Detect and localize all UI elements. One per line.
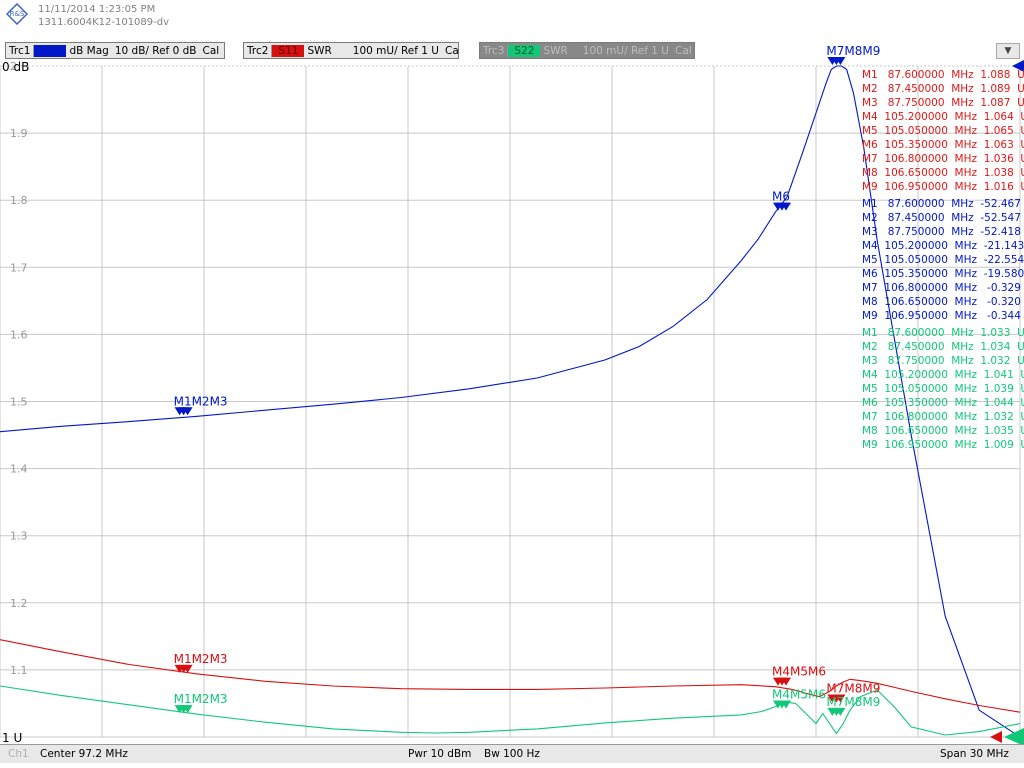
ref-level-label: 0 dB <box>2 60 29 74</box>
marker-readout-row: M6 105.350000 MHz 1.063 U <box>862 139 1024 151</box>
bandwidth-setting[interactable]: Bw 100 Hz <box>484 748 540 760</box>
marker-label: M1M2M3 <box>174 394 228 408</box>
marker-readout-row: M8 106.650000 MHz -0.320 dB <box>862 296 1024 308</box>
bottom-level-label: 1 U <box>2 731 22 745</box>
marker-label: M1M2M3 <box>174 692 228 706</box>
marker-readout-row: M4 105.200000 MHz -21.143 dB <box>862 240 1024 252</box>
marker-readout-row: M9 106.950000 MHz 1.016 U <box>862 181 1024 193</box>
marker-label: M4M5M6 <box>772 687 826 701</box>
marker-readout-row: M5 105.050000 MHz -22.554 dB <box>862 254 1024 266</box>
marker-readout-row: M3 87.750000 MHz -52.418 dB <box>862 226 1024 238</box>
marker-readout-row: M7 106.800000 MHz 1.036 U <box>862 153 1024 165</box>
marker-readout-row: M6 105.350000 MHz -19.580 dB <box>862 268 1024 280</box>
marker-readout-row: M3 87.750000 MHz 1.032 U <box>862 355 1024 367</box>
marker-readout-row: M1 87.600000 MHz 1.088 U <box>862 69 1024 81</box>
marker-readout-row: M9 106.950000 MHz -0.344 dB <box>862 310 1024 322</box>
status-bar: Ch1 Center 97.2 MHz Pwr 10 dBm Bw 100 Hz… <box>0 744 1024 763</box>
marker-label: M4M5M6 <box>772 665 826 679</box>
marker-readout-row: M9 106.950000 MHz 1.009 U <box>862 439 1024 451</box>
y-tick-label: 1.3 <box>10 530 28 543</box>
center-frequency[interactable]: Center 97.2 MHz <box>40 748 128 760</box>
marker-readout-row: M4 105.200000 MHz 1.041 U <box>862 369 1024 381</box>
marker-label: M1M2M3 <box>174 652 228 666</box>
span-setting[interactable]: Span 30 MHz <box>940 748 1009 760</box>
marker-readout-row: M8 106.650000 MHz 1.038 U <box>862 167 1024 179</box>
y-tick-label: 1.5 <box>10 396 28 409</box>
marker-readout-row: M1 87.600000 MHz 1.033 U <box>862 327 1024 339</box>
marker-readout-row: M8 106.650000 MHz 1.035 U <box>862 425 1024 437</box>
marker-label: M7M8M9 <box>826 44 880 58</box>
marker-label: M6 <box>772 190 790 204</box>
y-tick-label: 1.8 <box>10 194 28 207</box>
marker-readout-row: M6 105.350000 MHz 1.044 U <box>862 397 1024 409</box>
marker-readout-row: M3 87.750000 MHz 1.087 U <box>862 97 1024 109</box>
marker-readout-row: M7 106.800000 MHz -0.329 dB <box>862 282 1024 294</box>
y-tick-labels: 21.91.81.71.61.51.41.31.21.1 <box>10 60 28 677</box>
marker-readout-row: M2 87.450000 MHz -52.547 dB <box>862 212 1024 224</box>
y-tick-label: 1.4 <box>10 463 28 476</box>
marker-readout-row: M1 87.600000 MHz -52.467 dB <box>862 198 1024 210</box>
y-tick-label: 1.7 <box>10 261 28 274</box>
channel-label: Ch1 <box>8 748 29 760</box>
marker-label: M7M8M9 <box>826 681 880 695</box>
marker-readout-row: M2 87.450000 MHz 1.089 U <box>862 83 1024 95</box>
ref-arrow-trc2-icon <box>990 731 1002 743</box>
marker-label: M7M8M9 <box>826 695 880 709</box>
power-setting[interactable]: Pwr 10 dBm <box>408 748 471 760</box>
y-tick-label: 1.2 <box>10 597 28 610</box>
marker-readout-row: M7 106.800000 MHz 1.032 U <box>862 411 1024 423</box>
y-tick-label: 1.6 <box>10 328 28 341</box>
y-tick-label: 1.1 <box>10 664 28 677</box>
marker-readout-row: M5 105.050000 MHz 1.065 U <box>862 125 1024 137</box>
marker-readout-row: M2 87.450000 MHz 1.034 U <box>862 341 1024 353</box>
y-tick-label: 1.9 <box>10 127 28 140</box>
marker-readout-row: M4 105.200000 MHz 1.064 U <box>862 111 1024 123</box>
marker-readout-row: M5 105.050000 MHz 1.039 U <box>862 383 1024 395</box>
